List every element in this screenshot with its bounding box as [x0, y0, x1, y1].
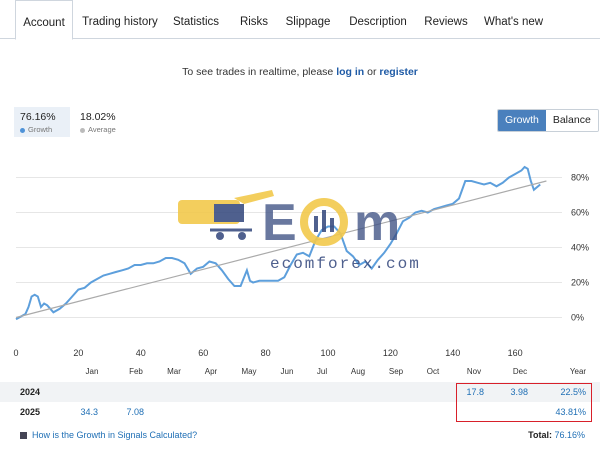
month-label: Sep: [389, 367, 404, 376]
month-label: Feb: [129, 367, 143, 376]
month-label: Dec: [513, 367, 527, 376]
total: Total: 76.16%: [528, 430, 585, 440]
month-label: Year: [570, 367, 587, 376]
ecomforex-watermark-logo: E m ecomforex.com: [178, 190, 421, 270]
y-tick-label: 60%: [571, 208, 589, 218]
y-tick-label: 40%: [571, 243, 589, 253]
balance-toggle-button[interactable]: Balance: [545, 110, 598, 131]
x-tick-label: 40: [136, 348, 146, 358]
growth-calc-link[interactable]: How is the Growth in Signals Calculated?: [20, 430, 197, 440]
tab-slippage[interactable]: Slippage: [283, 0, 333, 38]
x-tick-label: 140: [445, 348, 460, 358]
realtime-or: or: [367, 66, 377, 78]
x-tick-label: 100: [320, 348, 335, 358]
book-icon: [20, 432, 27, 440]
tab-statistics[interactable]: Statistics: [170, 0, 222, 38]
total-value: 76.16%: [554, 430, 585, 440]
x-tick-label: 160: [508, 348, 523, 358]
register-link[interactable]: register: [379, 66, 418, 78]
total-label: Total:: [528, 430, 552, 440]
month-label: Jun: [281, 367, 294, 376]
view-toggle: Growth Balance: [497, 109, 599, 132]
x-tick-label: 120: [383, 348, 398, 358]
tab-trading-history[interactable]: Trading history: [80, 0, 160, 38]
average-stat[interactable]: 18.02% Average: [74, 107, 134, 137]
average-dot-icon: [80, 127, 85, 133]
x-tick-label: 60: [198, 348, 208, 358]
cell-2025-feb[interactable]: 7.08: [110, 402, 144, 422]
realtime-text: To see trades in realtime, please: [182, 66, 334, 78]
month-label: May: [241, 367, 256, 376]
x-tick-label: 0: [13, 348, 18, 358]
x-tick-label: 80: [261, 348, 271, 358]
realtime-notice: To see trades in realtime, please log in…: [0, 66, 600, 78]
highlight-box: [456, 383, 592, 422]
growth-calc-text: How is the Growth in Signals Calculated?: [32, 430, 198, 440]
svg-text:E: E: [262, 194, 297, 252]
tab-whats-new[interactable]: What's new: [484, 0, 543, 38]
tab-description[interactable]: Description: [346, 0, 410, 38]
month-label: Mar: [167, 367, 181, 376]
month-label: Nov: [467, 367, 481, 376]
footer: How is the Growth in Signals Calculated?…: [0, 430, 600, 444]
y-tick-label: 0%: [571, 313, 584, 323]
growth-value: 76.16%: [20, 111, 56, 123]
average-label: Average: [88, 125, 116, 134]
growth-dot-icon: [20, 127, 25, 133]
svg-text:m: m: [354, 194, 400, 252]
x-tick-label: 20: [73, 348, 83, 358]
y-tick-label: 80%: [571, 173, 589, 183]
month-label: Apr: [205, 367, 218, 376]
month-label: Jul: [317, 367, 327, 376]
cell-2025-jan[interactable]: 34.3: [64, 402, 98, 422]
y-tick-label: 20%: [571, 278, 589, 288]
month-label: Aug: [351, 367, 365, 376]
month-label: Jan: [86, 367, 99, 376]
tab-reviews[interactable]: Reviews: [422, 0, 470, 38]
growth-stat[interactable]: 76.16% Growth: [14, 107, 70, 137]
year-label: 2025: [20, 407, 41, 417]
tab-bar: Account Trading history Statistics Risks…: [0, 0, 600, 40]
average-value: 18.02%: [80, 111, 116, 123]
tab-risks[interactable]: Risks: [236, 0, 272, 38]
growth-label: Growth: [28, 125, 53, 134]
watermark-text: ecomforex.com: [270, 255, 421, 270]
year-label: 2024: [20, 387, 41, 397]
growth-toggle-button[interactable]: Growth: [498, 110, 546, 131]
tab-account[interactable]: Account: [15, 0, 73, 40]
login-link[interactable]: log in: [336, 66, 364, 78]
month-label: Oct: [427, 367, 440, 376]
